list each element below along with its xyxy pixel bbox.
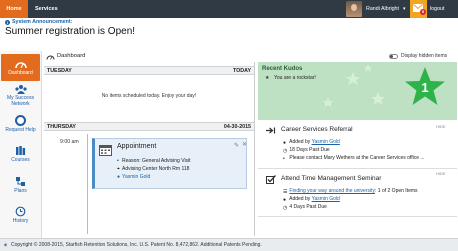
- hide-link[interactable]: HIDE: [436, 171, 446, 176]
- referral-arrow-icon: [266, 127, 276, 134]
- appointment-person[interactable]: ● Yasmin Gold: [117, 174, 150, 180]
- added-by-link[interactable]: Yasmin Gold: [312, 196, 340, 202]
- day-label: THURSDAY: [47, 124, 76, 130]
- timeline-divider: [87, 134, 88, 234]
- announcement-text: Summer registration is Open!: [5, 26, 136, 37]
- column-divider: [254, 62, 255, 236]
- sidebar-item-label-line2: Network: [11, 101, 30, 107]
- star-icon: ★: [265, 75, 270, 81]
- list-icon: ☰: [283, 189, 288, 195]
- network-icon: [14, 85, 27, 94]
- display-hidden-items-toggle[interactable]: [389, 54, 398, 59]
- display-hidden-items-label: Display hidden items: [401, 53, 448, 59]
- sidebar-item-courses[interactable]: Courses: [1, 145, 40, 163]
- added-by-prefix: Added by: [289, 139, 312, 145]
- appointment-reason-text: Reason: General Advising Visit: [122, 158, 191, 164]
- mail-count-badge: 5: [420, 9, 426, 15]
- task-suffix: : 1 of 2 Open Items: [375, 188, 418, 194]
- books-icon: [16, 146, 26, 155]
- footer: ✶ Copyright © 2008-2015, Starfish Retent…: [0, 238, 458, 251]
- sidebar-item-plans[interactable]: Plans: [1, 176, 40, 194]
- sidebar-item-label: Plans: [14, 188, 27, 194]
- top-navigation-bar: Home Services Randi Albright ▾ 5 logout: [0, 0, 458, 18]
- appointment-person-link[interactable]: Yasmin Gold: [122, 174, 150, 180]
- sidebar-item-label: Request Help: [5, 127, 36, 133]
- page-title: Dashboard: [57, 53, 86, 59]
- added-by-link[interactable]: Yasmin Gold: [312, 139, 340, 145]
- divider: [258, 216, 457, 217]
- clock-icon: ◷: [283, 205, 288, 211]
- day-header-tuesday: TUESDAY TODAY: [44, 66, 254, 75]
- calendar-icon: [99, 145, 112, 156]
- dashboard-icon: [46, 55, 55, 60]
- hide-link[interactable]: HIDE: [436, 124, 446, 129]
- dashboard-icon: [14, 62, 27, 69]
- user-avatar[interactable]: [346, 1, 362, 17]
- no-items-message: No items scheduled today. Enjoy your day…: [101, 93, 197, 99]
- card-added-by: ● Added by Yasmin Gold: [283, 139, 340, 146]
- appointment-reason: • Reason: General Advising Visit: [117, 158, 191, 164]
- divider: [258, 168, 457, 169]
- card-title[interactable]: Career Services Referral: [281, 126, 353, 133]
- added-by-prefix: Added by: [289, 196, 312, 202]
- close-icon[interactable]: ✕: [242, 141, 247, 148]
- appointment-card[interactable]: Appointment ✎ ✕ • Reason: General Advisin…: [92, 138, 247, 189]
- starfish-logo-icon: ✶: [3, 243, 9, 249]
- card-task: ☰ Finding your way around the university…: [283, 188, 418, 195]
- day-date: 04-30-2015: [223, 124, 251, 130]
- card-title[interactable]: Attend Time Management Seminar: [281, 175, 381, 182]
- announcement-label: System Announcement:: [12, 19, 73, 25]
- mail-button[interactable]: 5: [410, 0, 427, 18]
- home-tab[interactable]: Home: [0, 0, 28, 18]
- sidebar-item-dashboard[interactable]: Dashboard: [1, 54, 40, 81]
- sidebar-item-label: Dashboard: [8, 70, 33, 76]
- due-text: 18 Days Past Due: [289, 147, 330, 153]
- sidebar-item-label: History: [12, 218, 29, 224]
- logout-link[interactable]: logout: [430, 0, 444, 18]
- today-label: TODAY: [233, 68, 251, 74]
- day-header-thursday: THURSDAY 04-30-2015: [44, 122, 254, 131]
- appointment-location: ⌖ Advising Center North Rm 118: [117, 166, 189, 172]
- edit-icon[interactable]: ✎: [234, 142, 239, 149]
- chevron-down-icon[interactable]: ▾: [403, 0, 406, 18]
- checkbox-icon: [266, 175, 276, 184]
- day-label: TUESDAY: [47, 68, 72, 74]
- person-icon: ●: [283, 140, 287, 146]
- services-tab[interactable]: Services: [29, 0, 64, 18]
- task-link[interactable]: Finding your way around the university: [289, 188, 375, 194]
- due-text: 4 Days Past Due: [289, 204, 327, 210]
- appointment-location-text: Advising Center North Rm 118: [122, 166, 190, 172]
- appointment-title: Appointment: [117, 143, 157, 150]
- note-text: Please contact Mary Wethers at the Caree…: [289, 155, 425, 161]
- clock-icon: ◷: [283, 148, 288, 154]
- recent-kudos-panel: Recent Kudos ★ You are a rockstar! 1: [258, 62, 457, 120]
- kudos-count: 1: [421, 80, 429, 95]
- card-due: ◷ 4 Days Past Due: [283, 204, 327, 211]
- sidebar-item-label: Courses: [11, 157, 30, 163]
- card-note: • Please contact Mary Wethers at the Car…: [283, 155, 425, 162]
- sidebar-item-my-success-network[interactable]: My Success Network: [1, 84, 40, 107]
- copyright-text: Copyright © 2008-2015, Starfish Retentio…: [11, 242, 262, 248]
- card-due: ◷ 18 Days Past Due: [283, 147, 330, 154]
- sidebar-item-history[interactable]: History: [1, 206, 40, 224]
- history-icon: [15, 206, 26, 217]
- left-sidebar: Dashboard My Success Network Request Hel…: [0, 51, 42, 239]
- time-slot-label: 9:00 am: [60, 139, 79, 145]
- info-icon: i: [5, 20, 10, 25]
- person-icon: ●: [283, 197, 287, 203]
- card-added-by: ● Added by Yasmin Gold: [283, 196, 340, 203]
- plans-icon: [16, 177, 25, 186]
- bullet-icon: •: [283, 156, 285, 162]
- user-name[interactable]: Randi Albright: [366, 0, 399, 18]
- kudos-message: You are a rockstar!: [274, 75, 316, 81]
- sidebar-item-request-help[interactable]: Request Help: [1, 115, 40, 133]
- kudos-title: Recent Kudos: [262, 66, 303, 72]
- lifebuoy-icon: [15, 115, 26, 126]
